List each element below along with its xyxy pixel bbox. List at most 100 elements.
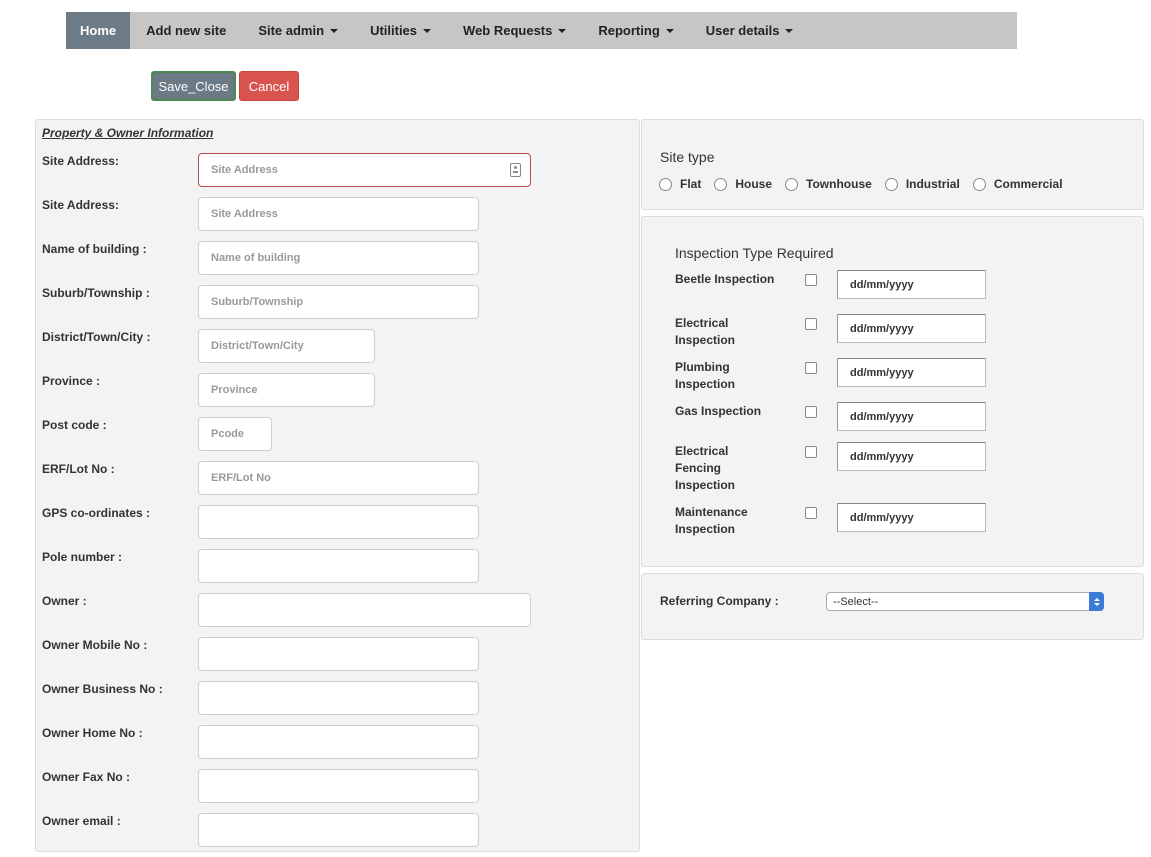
date-placeholder: dd/mm/yyyy: [850, 278, 914, 291]
referring-company-select[interactable]: --Select--: [826, 592, 1104, 611]
owner-fax-input[interactable]: [198, 769, 479, 803]
gas-inspection-label: Gas Inspection: [675, 404, 762, 418]
nav-add-new-site-label: Add new site: [146, 23, 227, 38]
contact-card-icon[interactable]: [510, 163, 521, 177]
owner-label: Owner :: [42, 594, 87, 608]
gas-inspection-checkbox[interactable]: [805, 406, 817, 418]
beetle-inspection-label: Beetle Inspection: [675, 272, 775, 286]
radio-button[interactable]: [972, 178, 986, 191]
electrical-fencing-inspection-checkbox[interactable]: [805, 446, 817, 458]
site-address-input[interactable]: Site Address: [198, 153, 531, 187]
nav-home-label: Home: [80, 23, 117, 38]
owner-business-label: Owner Business No :: [42, 682, 163, 696]
date-placeholder: dd/mm/yyyy: [850, 511, 914, 524]
beetle-inspection-checkbox[interactable]: [805, 274, 817, 286]
chevron-down-icon: [423, 28, 432, 33]
section-title: Property & Owner Information: [42, 126, 214, 140]
chevron-down-icon: [665, 28, 674, 33]
radio-button[interactable]: [714, 178, 728, 191]
nav-home[interactable]: Home: [66, 12, 131, 49]
save-close-button[interactable]: Save_Close: [151, 71, 236, 101]
electrical-inspection-checkbox[interactable]: [805, 318, 817, 330]
date-placeholder: dd/mm/yyyy: [850, 410, 914, 423]
district-input[interactable]: District/Town/City: [198, 329, 375, 363]
gas-inspection-date[interactable]: dd/mm/yyyy: [837, 402, 986, 431]
radio-button[interactable]: [785, 178, 799, 191]
radio-house[interactable]: House: [714, 176, 772, 191]
suburb-input[interactable]: Suburb/Township: [198, 285, 479, 319]
building-name-label: Name of building :: [42, 242, 147, 256]
nav-user-details-label: User details: [705, 23, 780, 38]
suburb-placeholder: Suburb/Township: [211, 296, 304, 308]
radio-button[interactable]: [884, 178, 898, 191]
radio-industrial-label: Industrial: [905, 176, 960, 191]
nav-utilities-label: Utilities: [370, 23, 418, 38]
owner-home-input[interactable]: [198, 725, 479, 759]
select-arrows-icon[interactable]: [1089, 592, 1104, 611]
nav-site-admin[interactable]: Site admin: [242, 12, 354, 49]
nav-reporting-label: Reporting: [598, 23, 660, 38]
gps-label: GPS co-ordinates :: [42, 506, 151, 520]
post-code-input[interactable]: Pcode: [198, 417, 272, 451]
site-address-2-label: Site Address:: [42, 198, 119, 212]
building-name-input[interactable]: Name of building: [198, 241, 479, 275]
nav-add-new-site[interactable]: Add new site: [130, 12, 242, 49]
radio-flat[interactable]: Flat: [659, 176, 701, 191]
inspection-title: Inspection Type Required: [675, 245, 834, 261]
province-placeholder: Province: [211, 384, 258, 396]
nav-reporting[interactable]: Reporting: [582, 12, 689, 49]
province-input[interactable]: Province: [198, 373, 375, 407]
beetle-inspection-date[interactable]: dd/mm/yyyy: [837, 270, 986, 299]
pole-number-input[interactable]: [198, 549, 479, 583]
owner-business-input[interactable]: [198, 681, 479, 715]
owner-mobile-input[interactable]: [198, 637, 479, 671]
owner-email-input[interactable]: [198, 813, 479, 847]
nav-web-requests[interactable]: Web Requests: [447, 12, 582, 49]
pole-number-label: Pole number :: [42, 550, 123, 564]
site-type-radio-group: Flat House Townhouse Industrial Commerci…: [659, 176, 1076, 191]
owner-mobile-label: Owner Mobile No :: [42, 638, 148, 652]
nav-site-admin-label: Site admin: [258, 23, 325, 38]
nav-user-details[interactable]: User details: [690, 12, 810, 49]
referring-company-label: Referring Company :: [660, 594, 779, 608]
owner-home-label: Owner Home No :: [42, 726, 143, 740]
nav-utilities[interactable]: Utilities: [354, 12, 447, 49]
radio-industrial[interactable]: Industrial: [884, 176, 960, 191]
erf-lot-input[interactable]: ERF/Lot No: [198, 461, 479, 495]
site-address-placeholder: Site Address: [211, 164, 278, 176]
date-placeholder: dd/mm/yyyy: [850, 450, 914, 463]
radio-button[interactable]: [659, 178, 672, 191]
electrical-inspection-date[interactable]: dd/mm/yyyy: [837, 314, 986, 343]
radio-townhouse-label: Townhouse: [806, 176, 872, 191]
radio-flat-label: Flat: [680, 176, 702, 191]
site-address-label: Site Address:: [42, 154, 119, 168]
building-name-placeholder: Name of building: [211, 252, 301, 264]
electrical-inspection-label: Electrical Inspection: [675, 316, 736, 347]
suburb-label: Suburb/Township :: [42, 286, 150, 300]
radio-townhouse[interactable]: Townhouse: [785, 176, 872, 191]
maintenance-inspection-date[interactable]: dd/mm/yyyy: [837, 503, 986, 532]
maintenance-inspection-label: Maintenance Inspection: [675, 505, 748, 536]
chevron-down-icon: [558, 28, 567, 33]
erf-lot-placeholder: ERF/Lot No: [211, 472, 271, 484]
cancel-button[interactable]: Cancel: [239, 71, 299, 101]
plumbing-inspection-checkbox[interactable]: [805, 362, 817, 374]
post-code-placeholder: Pcode: [211, 428, 245, 440]
date-placeholder: dd/mm/yyyy: [850, 322, 914, 335]
gps-input[interactable]: [198, 505, 479, 539]
plumbing-inspection-label: Plumbing Inspection: [675, 360, 736, 391]
site-address-2-input[interactable]: Site Address: [198, 197, 479, 231]
plumbing-inspection-date[interactable]: dd/mm/yyyy: [837, 358, 986, 387]
site-type-panel: Site type Flat House Townhouse Industria…: [641, 119, 1144, 210]
date-placeholder: dd/mm/yyyy: [850, 366, 914, 379]
radio-commercial[interactable]: Commercial: [972, 176, 1063, 191]
district-placeholder: District/Town/City: [211, 340, 304, 352]
chevron-down-icon: [330, 28, 339, 33]
maintenance-inspection-checkbox[interactable]: [805, 507, 817, 519]
electrical-fencing-inspection-label: Electrical Fencing Inspection: [675, 444, 736, 492]
inspection-panel: Inspection Type Required Beetle Inspecti…: [641, 216, 1144, 567]
owner-email-label: Owner email :: [42, 814, 121, 828]
province-label: Province :: [42, 374, 101, 388]
electrical-fencing-inspection-date[interactable]: dd/mm/yyyy: [837, 442, 986, 471]
owner-input[interactable]: [198, 593, 531, 627]
